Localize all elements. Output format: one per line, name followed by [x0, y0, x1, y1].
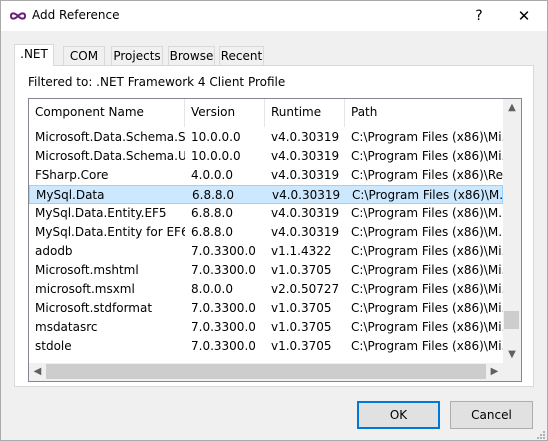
tab-projects[interactable]: Projects: [111, 46, 163, 65]
vertical-scrollbar[interactable]: ▲ ▼: [503, 99, 521, 363]
cell-component-name: MySql.Data: [36, 188, 105, 202]
list-header: Component Name Version Runtime Path: [29, 99, 503, 127]
cell-component-name: Microsoft.mshtml: [35, 263, 139, 277]
cell-path: C:\Program Files (x86)\M...: [351, 206, 503, 220]
table-row[interactable]: Microsoft.Data.Schema.Uti... 10.0.0.0 v4.0…: [29, 147, 503, 166]
help-button[interactable]: ?: [467, 1, 491, 31]
cell-component-name: adodb: [35, 244, 73, 258]
cell-version: 8.0.0.0: [191, 282, 233, 296]
tab-browse[interactable]: Browse: [168, 46, 215, 65]
cell-version: 4.0.0.0: [191, 168, 233, 182]
cell-path: C:\Program Files (x86)\Mi...: [351, 149, 503, 163]
cell-runtime: v2.0.50727: [271, 282, 340, 296]
cell-version: 7.0.3300.0: [191, 320, 256, 334]
cell-path: C:\Program Files (x86)\Re...: [351, 168, 503, 182]
table-row[interactable]: Microsoft.mshtml 7.0.3300.0 v1.0.3705 C:\Pr…: [29, 261, 503, 280]
cell-component-name: msdatasrc: [35, 320, 98, 334]
column-header-component-name[interactable]: Component Name: [29, 99, 185, 127]
cell-path: C:\Program Files (x86)\Mi...: [351, 301, 503, 315]
table-row[interactable]: Microsoft.Data.Schema.Sc... 10.0.0.0 v4.0.…: [29, 128, 503, 147]
cell-component-name: Microsoft.Data.Schema.Sc...: [35, 130, 185, 144]
cell-path: C:\Program Files (x86)\Mi...: [351, 282, 503, 296]
cell-version: 6.8.8.0: [192, 188, 234, 202]
scrollbar-corner: [503, 363, 521, 381]
horizontal-scrollbar[interactable]: ◀ ▶: [29, 363, 503, 381]
table-row[interactable]: FSharp.Core 4.0.0.0 v4.0.30319 C:\Program F…: [29, 166, 503, 185]
cell-version: 7.0.3300.0: [191, 339, 256, 353]
scroll-up-arrow-icon[interactable]: ▲: [503, 99, 521, 116]
cancel-button[interactable]: Cancel: [450, 401, 533, 429]
cell-component-name: stdole: [35, 339, 72, 353]
cell-runtime: v4.0.30319: [271, 149, 340, 163]
table-row[interactable]: Microsoft.stdformat 7.0.3300.0 v1.0.3705 C:…: [29, 299, 503, 318]
cell-version: 10.0.0.0: [191, 149, 241, 163]
cell-path: C:\Program Files (x86)\Mi...: [351, 263, 503, 277]
table-row[interactable]: msdatasrc 7.0.3300.0 v1.0.3705 C:\Program F…: [29, 318, 503, 337]
cell-path: C:\Program Files (x86)\Mi...: [351, 244, 503, 258]
cell-component-name: Microsoft.stdformat: [35, 301, 153, 315]
table-row[interactable]: stdole 7.0.3300.0 v1.0.3705 C:\Program File…: [29, 337, 503, 356]
filter-label: Filtered to: .NET Framework 4 Client Pro…: [28, 75, 286, 89]
cell-component-name: MySql.Data.Entity for EF6: [35, 225, 185, 239]
tab-com[interactable]: COM: [63, 46, 105, 65]
cell-version: 7.0.3300.0: [191, 244, 256, 258]
ok-button[interactable]: OK: [357, 401, 440, 429]
table-row[interactable]: MySql.Data.Entity.EF5 6.8.8.0 v4.0.30319 C:…: [29, 204, 503, 223]
cell-path: C:\Program Files (x86)\M...: [351, 225, 503, 239]
cell-version: 6.8.8.0: [191, 206, 233, 220]
cell-runtime: v4.0.30319: [271, 225, 340, 239]
cell-runtime: v1.0.3705: [271, 301, 332, 315]
cell-path: C:\Program Files (x86)\Mi...: [351, 339, 503, 353]
table-row[interactable]: microsoft.msxml 8.0.0.0 v2.0.50727 C:\Progr…: [29, 280, 503, 299]
cell-version: 6.8.8.0: [191, 225, 233, 239]
cell-runtime: v1.0.3705: [271, 339, 332, 353]
dotnet-tab-panel: Filtered to: .NET Framework 4 Client Pro…: [14, 65, 534, 387]
cell-component-name: Microsoft.Data.Schema.Uti...: [35, 149, 185, 163]
horizontal-scroll-thumb[interactable]: [46, 364, 486, 379]
close-button[interactable]: ✕: [509, 1, 539, 31]
scroll-down-arrow-icon[interactable]: ▼: [503, 346, 521, 363]
cell-runtime: v4.0.30319: [272, 188, 341, 202]
cell-version: 7.0.3300.0: [191, 263, 256, 277]
cell-runtime: v1.0.3705: [271, 263, 332, 277]
cell-path: C:\Program Files (x86)\Mi...: [351, 320, 503, 334]
cell-path: C:\Program Files (x86)\M...: [352, 188, 504, 202]
table-row-selected[interactable]: MySql.Data 6.8.8.0 v4.0.30319 C:\Program Fi…: [29, 185, 504, 204]
cell-runtime: v1.1.4322: [271, 244, 332, 258]
add-reference-dialog: Add Reference ? ✕ .NET COM Projects Brow…: [0, 0, 548, 441]
cell-component-name: MySql.Data.Entity.EF5: [35, 206, 167, 220]
cell-version: 7.0.3300.0: [191, 301, 256, 315]
column-header-runtime[interactable]: Runtime: [265, 99, 345, 127]
resize-grip-icon[interactable]: [535, 429, 545, 439]
window-title: Add Reference: [32, 8, 120, 22]
tab-recent[interactable]: Recent: [219, 46, 264, 65]
column-header-path[interactable]: Path: [345, 99, 503, 127]
cell-version: 10.0.0.0: [191, 130, 241, 144]
cell-path: C:\Program Files (x86)\Mi...: [351, 130, 503, 144]
scroll-left-arrow-icon[interactable]: ◀: [29, 363, 46, 381]
scroll-right-arrow-icon[interactable]: ▶: [486, 363, 503, 381]
table-row[interactable]: MySql.Data.Entity for EF6 6.8.8.0 v4.0.303…: [29, 223, 503, 242]
vertical-scroll-thumb[interactable]: [504, 311, 519, 329]
cell-component-name: microsoft.msxml: [35, 282, 135, 296]
table-row[interactable]: adodb 7.0.3300.0 v1.1.4322 C:\Program Files…: [29, 242, 503, 261]
cell-runtime: v1.0.3705: [271, 320, 332, 334]
cell-runtime: v4.0.30319: [271, 130, 340, 144]
visual-studio-icon: [10, 12, 26, 20]
component-list[interactable]: Component Name Version Runtime Path Micr…: [28, 98, 522, 382]
cell-runtime: v4.0.30319: [271, 168, 340, 182]
tab-dotnet[interactable]: .NET: [14, 44, 54, 66]
column-header-version[interactable]: Version: [185, 99, 265, 127]
cell-runtime: v4.0.30319: [271, 206, 340, 220]
title-bar[interactable]: Add Reference ? ✕: [1, 1, 547, 31]
cell-component-name: FSharp.Core: [35, 168, 109, 182]
